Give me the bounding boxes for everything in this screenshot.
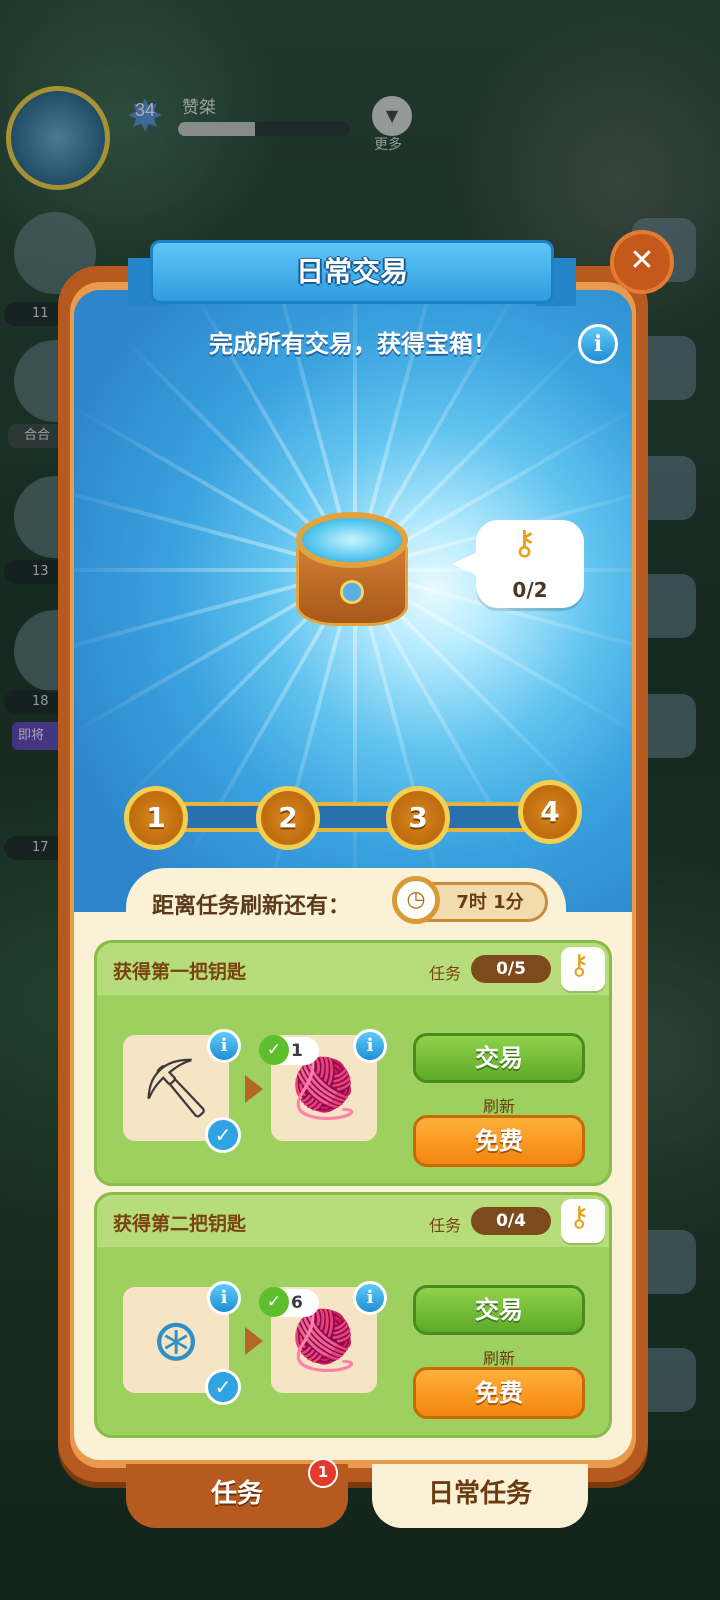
step-2: 2 [256,786,320,850]
step-4: 4 [518,780,582,844]
free-refresh-button[interactable]: 免费 [413,1367,585,1419]
trade-button[interactable]: 交易 [413,1033,585,1083]
close-icon: ✕ [629,243,655,278]
refresh-label: 距离任务刷新还有： [152,894,351,919]
lock-icon [340,580,364,604]
step-progress-track [150,802,554,832]
task-progress-label: 任务 [429,964,462,983]
clock-icon: ◷ [392,876,440,924]
info-icon[interactable]: i [578,324,618,364]
owned-check-icon: ✓ [259,1035,289,1065]
free-refresh-button[interactable]: 免费 [413,1115,585,1167]
chest-lid [296,512,408,568]
step-1: 1 [124,786,188,850]
refresh-timer: 7时 1分 [456,892,524,913]
dialog-subtitle: 完成所有交易，获得宝箱！ [209,330,497,358]
info-icon[interactable]: i [207,1029,241,1063]
info-icon[interactable]: i [353,1029,387,1063]
info-icon[interactable]: i [353,1281,387,1315]
task-card: 获得第一把钥匙 任务 0/5 ⚷ ⛏ i ✓ 🧶 1 ✓ i 交易 刷新 免费 [94,940,612,1186]
close-button[interactable]: ✕ [610,230,674,294]
notification-badge: 1 [308,1458,338,1488]
step-3: 3 [386,786,450,850]
task-title: 获得第一把钥匙 [113,961,247,983]
key-icon: ⚷ [569,948,590,981]
key-icon: ⚷ [569,1200,590,1233]
task-progress: 0/4 [471,1207,551,1235]
key-requirement-bubble: ⚷ 0/2 [452,520,584,608]
tab-daily-tasks[interactable]: 日常任务 [372,1464,588,1528]
owned-check-icon: ✓ [259,1287,289,1317]
task-key-reward: ⚷ [561,947,605,991]
refresh-label-small: 刷新 [482,1349,515,1368]
task-progress-label: 任务 [429,1216,462,1235]
treasure-chest[interactable] [296,512,408,630]
task-progress: 0/5 [471,955,551,983]
refresh-label-small: 刷新 [482,1097,515,1116]
arrow-right-icon [245,1327,263,1355]
dialog-title: 日常交易 [150,240,554,304]
arrow-right-icon [245,1075,263,1103]
task-key-reward: ⚷ [561,1199,605,1243]
checkmark-icon: ✓ [205,1117,241,1153]
task-title: 获得第二把钥匙 [113,1213,247,1235]
key-progress: 0/2 [512,578,548,602]
checkmark-icon: ✓ [205,1369,241,1405]
task-card: 获得第二把钥匙 任务 0/4 ⚷ ⊛ i ✓ 🧶 6 ✓ i 交易 刷新 免费 [94,1192,612,1438]
info-icon[interactable]: i [207,1281,241,1315]
key-icon: ⚷ [512,523,537,563]
trade-button[interactable]: 交易 [413,1285,585,1335]
